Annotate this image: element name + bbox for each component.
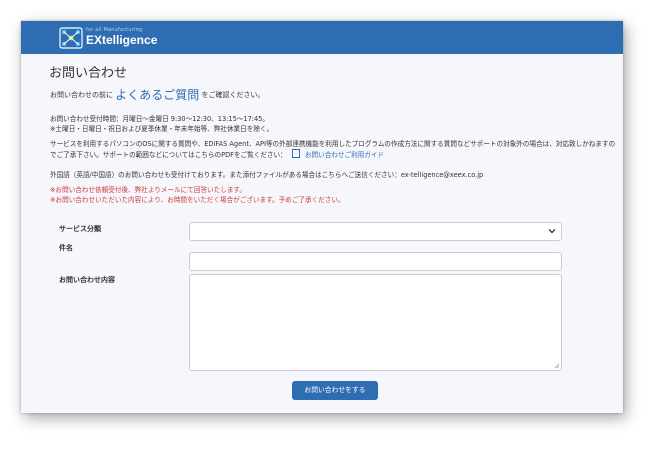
subject-input[interactable] (189, 252, 562, 271)
brand-logo[interactable]: for all Manufacturing EXtelligence (59, 27, 179, 51)
reply-warning: ※お問い合わせ依頼受付後、弊社よりメールにて回答いたします。 (50, 186, 246, 194)
document-icon (291, 149, 300, 158)
service-category-label: サービス分類 (59, 225, 101, 233)
inquiry-content-label: お問い合わせ内容 (59, 276, 115, 284)
faq-link[interactable]: よくあるご質問 (115, 88, 199, 102)
usage-guide-link[interactable]: お問い合わせご利用ガイド (305, 151, 384, 159)
resize-handle-icon[interactable] (554, 363, 560, 369)
browser-window: for all Manufacturing EXtelligence お問い合わ… (21, 21, 623, 413)
subject-label: 件名 (59, 244, 73, 252)
inquiry-content-textarea[interactable] (189, 274, 562, 371)
support-scope-notice: サービスを利用するパソコンのOSに関する質問や、EDIFAS Agent、API… (50, 139, 620, 160)
chevron-down-icon (548, 229, 556, 234)
faq-intro-before: お問い合わせの前に (50, 91, 113, 99)
hours-text: お問い合わせ受付時間：月曜日～金曜日 9:30～12:30、13:15～17:4… (50, 115, 269, 123)
foreign-language-note: 外国語（英語/中国語）のお問い合わせも受付けております。また添付ファイルがある場… (50, 171, 484, 179)
brand-name: EXtelligence (86, 33, 158, 47)
site-header: for all Manufacturing EXtelligence (21, 21, 623, 54)
time-warning: ※お問い合わせいただいた内容により、お時間をいただく場合がございます。予めご了承… (50, 196, 345, 204)
holiday-note: ※土曜日・日曜日・祝日および夏季休業・年末年始等、弊社休業日を除く。 (50, 125, 274, 133)
faq-prompt: お問い合わせの前に よくあるご質問 をご確認ください。 (50, 86, 264, 103)
business-hours: お問い合わせ受付時間：月曜日～金曜日 9:30～12:30、13:15～17:4… (50, 114, 273, 134)
network-logo-icon (59, 27, 83, 49)
service-category-select[interactable] (189, 222, 562, 241)
faq-intro-after: をご確認ください。 (201, 91, 265, 99)
page-title: お問い合わせ (49, 66, 128, 81)
submit-inquiry-button[interactable]: お問い合わせをする (292, 381, 378, 400)
